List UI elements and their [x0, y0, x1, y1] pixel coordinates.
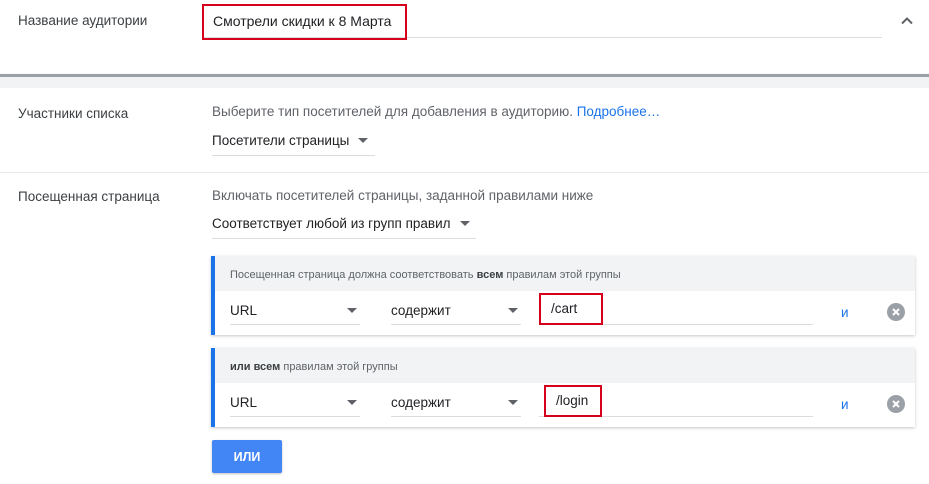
- dropdown-arrow-icon: [508, 400, 518, 405]
- divider: [0, 172, 929, 173]
- audience-name-section: Название аудитории Смотрели скидки к 8 М…: [0, 0, 929, 76]
- rule-field-dropdown[interactable]: URL: [230, 389, 360, 417]
- add-and-condition-link[interactable]: и: [841, 305, 849, 320]
- rule-value-input[interactable]: /cart: [539, 293, 603, 325]
- dropdown-arrow-icon: [459, 221, 470, 226]
- rule-group-2: или всем правилам этой группы URL содерж…: [211, 348, 915, 427]
- rule-operator-dropdown[interactable]: содержит: [391, 389, 521, 417]
- rule-field-value: URL: [230, 303, 258, 318]
- section-gap: [0, 77, 929, 88]
- rule-group-header-bold: или всем: [230, 361, 281, 373]
- rule-group-1: Посещенная страница должна соответствова…: [211, 256, 915, 335]
- learn-more-link[interactable]: Подробнее…: [577, 104, 661, 119]
- remove-rule-icon[interactable]: [887, 303, 905, 321]
- rule-group-header-bold: всем: [476, 269, 504, 281]
- rule-group-header-prefix: Посещенная страница должна соответствова…: [230, 269, 474, 281]
- add-and-condition-link[interactable]: и: [841, 397, 849, 412]
- chevron-up-icon[interactable]: [898, 12, 916, 30]
- dropdown-arrow-icon: [347, 308, 357, 313]
- audience-name-input[interactable]: Смотрели скидки к 8 Марта: [202, 4, 407, 40]
- visited-page-hint: Включать посетителей страницы, заданной …: [212, 188, 594, 203]
- remove-rule-icon[interactable]: [887, 395, 905, 413]
- dropdown-arrow-icon: [347, 400, 357, 405]
- members-type-dropdown[interactable]: Посетители страницы: [212, 128, 375, 156]
- rule-value-input[interactable]: /login: [544, 385, 602, 417]
- members-label: Участники списка: [18, 106, 129, 121]
- rule-group-header-suffix: правилам этой группы: [506, 269, 621, 281]
- rule-group-header-suffix: правилам этой группы: [283, 361, 398, 373]
- rule-row: URL содержит /login и: [215, 383, 915, 427]
- rule-value-field[interactable]: /login: [539, 385, 813, 417]
- audience-name-label: Название аудитории: [18, 13, 148, 28]
- rule-group-header: или всем правилам этой группы: [215, 348, 915, 383]
- rule-groups-match-value: Соответствует любой из групп правил: [212, 216, 451, 231]
- rule-field-dropdown[interactable]: URL: [230, 297, 360, 325]
- members-type-value: Посетители страницы: [212, 133, 350, 148]
- rule-value-field[interactable]: /cart: [539, 293, 813, 325]
- members-hint-text: Выберите тип посетителей для добавления …: [212, 104, 573, 119]
- add-or-group-button[interactable]: ИЛИ: [212, 440, 282, 473]
- rule-field-value: URL: [230, 395, 258, 410]
- rule-operator-value: содержит: [391, 395, 451, 410]
- dropdown-arrow-icon: [508, 308, 518, 313]
- rule-group-header: Посещенная страница должна соответствова…: [215, 256, 915, 291]
- dropdown-arrow-icon: [358, 138, 369, 143]
- rule-groups-match-dropdown[interactable]: Соответствует любой из групп правил: [212, 211, 476, 239]
- visited-page-label: Посещенная страница: [18, 189, 160, 204]
- rule-operator-dropdown[interactable]: содержит: [391, 297, 521, 325]
- audience-name-field[interactable]: Смотрели скидки к 8 Марта: [202, 4, 882, 40]
- members-hint: Выберите тип посетителей для добавления …: [212, 104, 660, 119]
- rule-operator-value: содержит: [391, 303, 451, 318]
- rule-row: URL содержит /cart и: [215, 291, 915, 335]
